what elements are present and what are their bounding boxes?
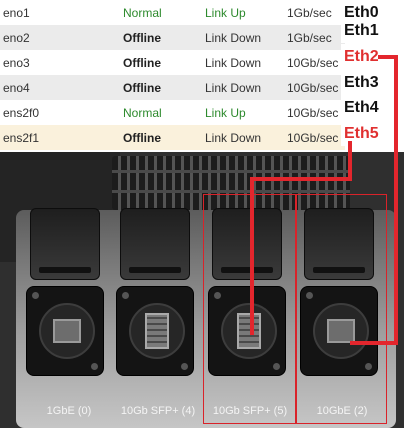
interface-status: Offline [120,50,202,75]
port-module-1gbe-0 [26,208,104,376]
ethernet-port-icon [53,319,81,343]
eth1-label: Eth1 [341,18,382,43]
interface-status: Offline [120,75,202,100]
eth4-label: Eth4 [341,95,382,120]
interface-speed: 10Gb/sec [284,100,345,125]
dust-cover [30,208,100,280]
interface-speed: 10Gb/sec [284,50,345,75]
sfp-socket [116,286,194,376]
interface-link: Link Down [202,50,284,75]
table-row: eno1 Normal Link Up 1Gb/sec [0,0,345,25]
interface-link: Link Up [202,100,284,125]
table-row: eno3 Offline Link Down 10Gb/sec [0,50,345,75]
interface-link: Link Down [202,75,284,100]
interface-link: Link Down [202,125,284,150]
rj45-socket [26,286,104,376]
vent-bar [112,190,350,193]
port-caption: 1GbE (0) [46,405,92,417]
eth5-connector-line [250,177,352,181]
eth2-connector-line [394,55,398,345]
table-row: eno2 Offline Link Down 1Gb/sec [0,25,345,50]
dust-cover [120,208,190,280]
interface-speed: 1Gb/sec [284,0,345,25]
interface-speed: 10Gb/sec [284,75,345,100]
interface-speed: 10Gb/sec [284,125,345,150]
interface-table: eno1 Normal Link Up 1Gb/sec eno2 Offline… [0,0,345,150]
interface-speed: 1Gb/sec [284,25,345,50]
interface-name: eno3 [0,50,120,75]
table-row-highlighted: ens2f1 Offline Link Down 10Gb/sec [0,125,345,150]
eth5-connector-line [250,177,254,335]
vent-bar [112,170,350,173]
eth2-connector-line [350,341,398,345]
sfp-port-icon [145,313,169,349]
interface-status: Offline [120,25,202,50]
port-caption: 10Gb SFP+ (4) [120,405,196,417]
table-row: eno4 Offline Link Down 10Gb/sec [0,75,345,100]
interface-name: eno4 [0,75,120,100]
interface-link: Link Down [202,25,284,50]
interface-name: ens2f0 [0,100,120,125]
interface-name: eno2 [0,25,120,50]
port-module-sfp-4 [116,208,194,376]
interface-name: ens2f1 [0,125,120,150]
table-row: ens2f0 Normal Link Up 10Gb/sec [0,100,345,125]
eth3-label: Eth3 [341,70,382,95]
highlight-box-10gbe-2 [296,194,387,424]
interface-link: Link Up [202,0,284,25]
interface-name: eno1 [0,0,120,25]
eth2-label: Eth2 [341,44,382,69]
interface-status: Normal [120,100,202,125]
interface-status: Normal [120,0,202,25]
eth5-connector-line [348,141,352,181]
interface-status: Offline [120,125,202,150]
